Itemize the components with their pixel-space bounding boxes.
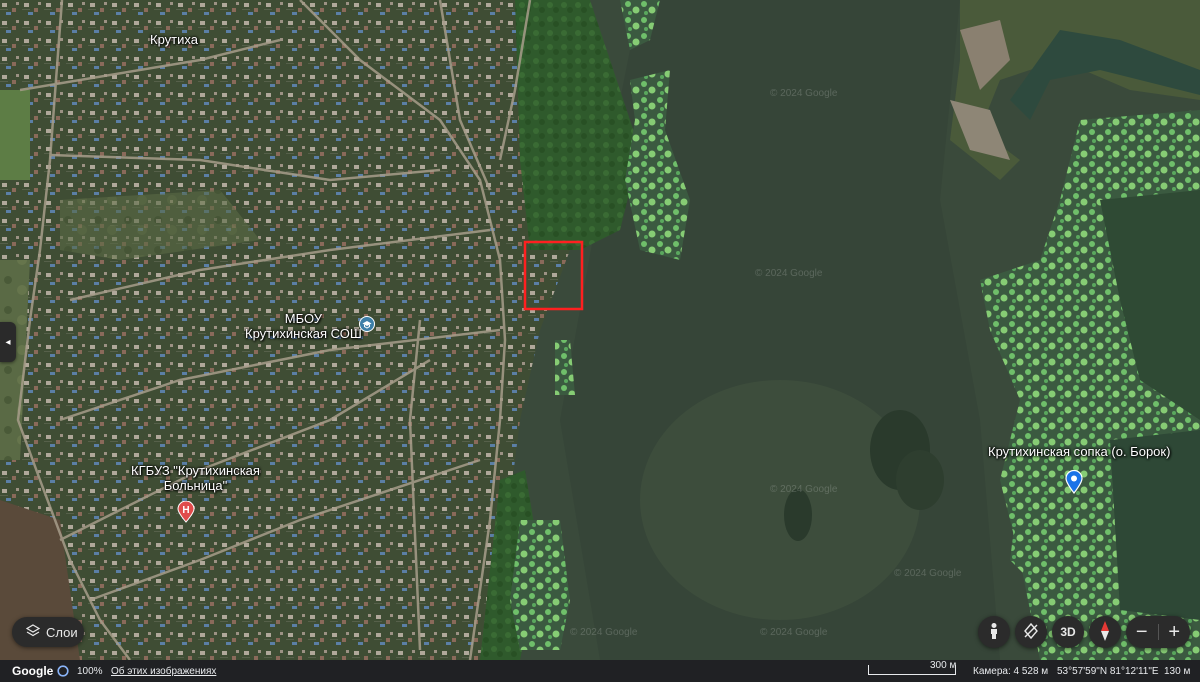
zoom-controls: − +	[1126, 616, 1190, 648]
scale-bar	[868, 665, 956, 675]
copyright-watermark: © 2024 Google	[760, 627, 828, 638]
school-label[interactable]: МБОУ Крутихинская СОШ	[245, 311, 362, 341]
zoom-out-button[interactable]: −	[1126, 616, 1158, 648]
compass-button[interactable]	[1089, 616, 1121, 648]
copyright-watermark: © 2024 Google	[755, 268, 823, 279]
compass-icon	[1099, 620, 1111, 645]
google-logo[interactable]: Google	[12, 660, 53, 682]
person-icon	[987, 622, 1001, 643]
zoom-percent: 100%	[77, 665, 103, 677]
location-pin-icon[interactable]	[1065, 470, 1083, 494]
copyright-watermark: © 2024 Google	[770, 484, 838, 495]
hospital-icon[interactable]: H	[177, 501, 195, 523]
street-view-button[interactable]	[978, 616, 1010, 648]
satellite-map[interactable]: © 2024 Google © 2024 Google © 2024 Googl…	[0, 0, 1200, 660]
satellite-imagery	[0, 0, 1200, 660]
svg-text:H: H	[182, 505, 189, 516]
coordinates: 53°57'59"N 81°12'11"E	[1057, 665, 1159, 677]
layers-button[interactable]: Слои	[12, 617, 84, 647]
copyright-watermark: © 2024 Google	[770, 88, 838, 99]
imagery-info-link[interactable]: Об этих изображениях	[111, 660, 216, 682]
tilt-icon	[1022, 622, 1040, 643]
status-bar: Google 100% Об этих изображениях 300 м К…	[0, 660, 1200, 682]
elevation: 130 м	[1164, 665, 1191, 677]
zoom-in-button[interactable]: +	[1158, 616, 1190, 648]
layers-label: Слои	[46, 624, 78, 640]
tilt-button[interactable]	[1015, 616, 1047, 648]
globe-icon[interactable]	[57, 660, 69, 682]
chevron-left-icon: ◂	[5, 336, 11, 348]
school-icon[interactable]	[359, 316, 375, 332]
village-label[interactable]: Крутиха	[150, 32, 198, 47]
camera-altitude: Камера: 4 528 м	[973, 665, 1049, 677]
layers-icon	[25, 623, 41, 641]
copyright-watermark: © 2024 Google	[894, 568, 962, 579]
imagery-info-link-text[interactable]: Об этих изображениях	[111, 666, 216, 677]
hospital-label[interactable]: КГБУЗ "Крутихинская Больница"	[131, 463, 260, 493]
hill-label[interactable]: Крутихинская сопка (о. Борок)	[988, 444, 1170, 459]
copyright-watermark: © 2024 Google	[570, 627, 638, 638]
side-panel-toggle[interactable]: ◂	[0, 322, 16, 362]
view-3d-button[interactable]: 3D	[1052, 616, 1084, 648]
